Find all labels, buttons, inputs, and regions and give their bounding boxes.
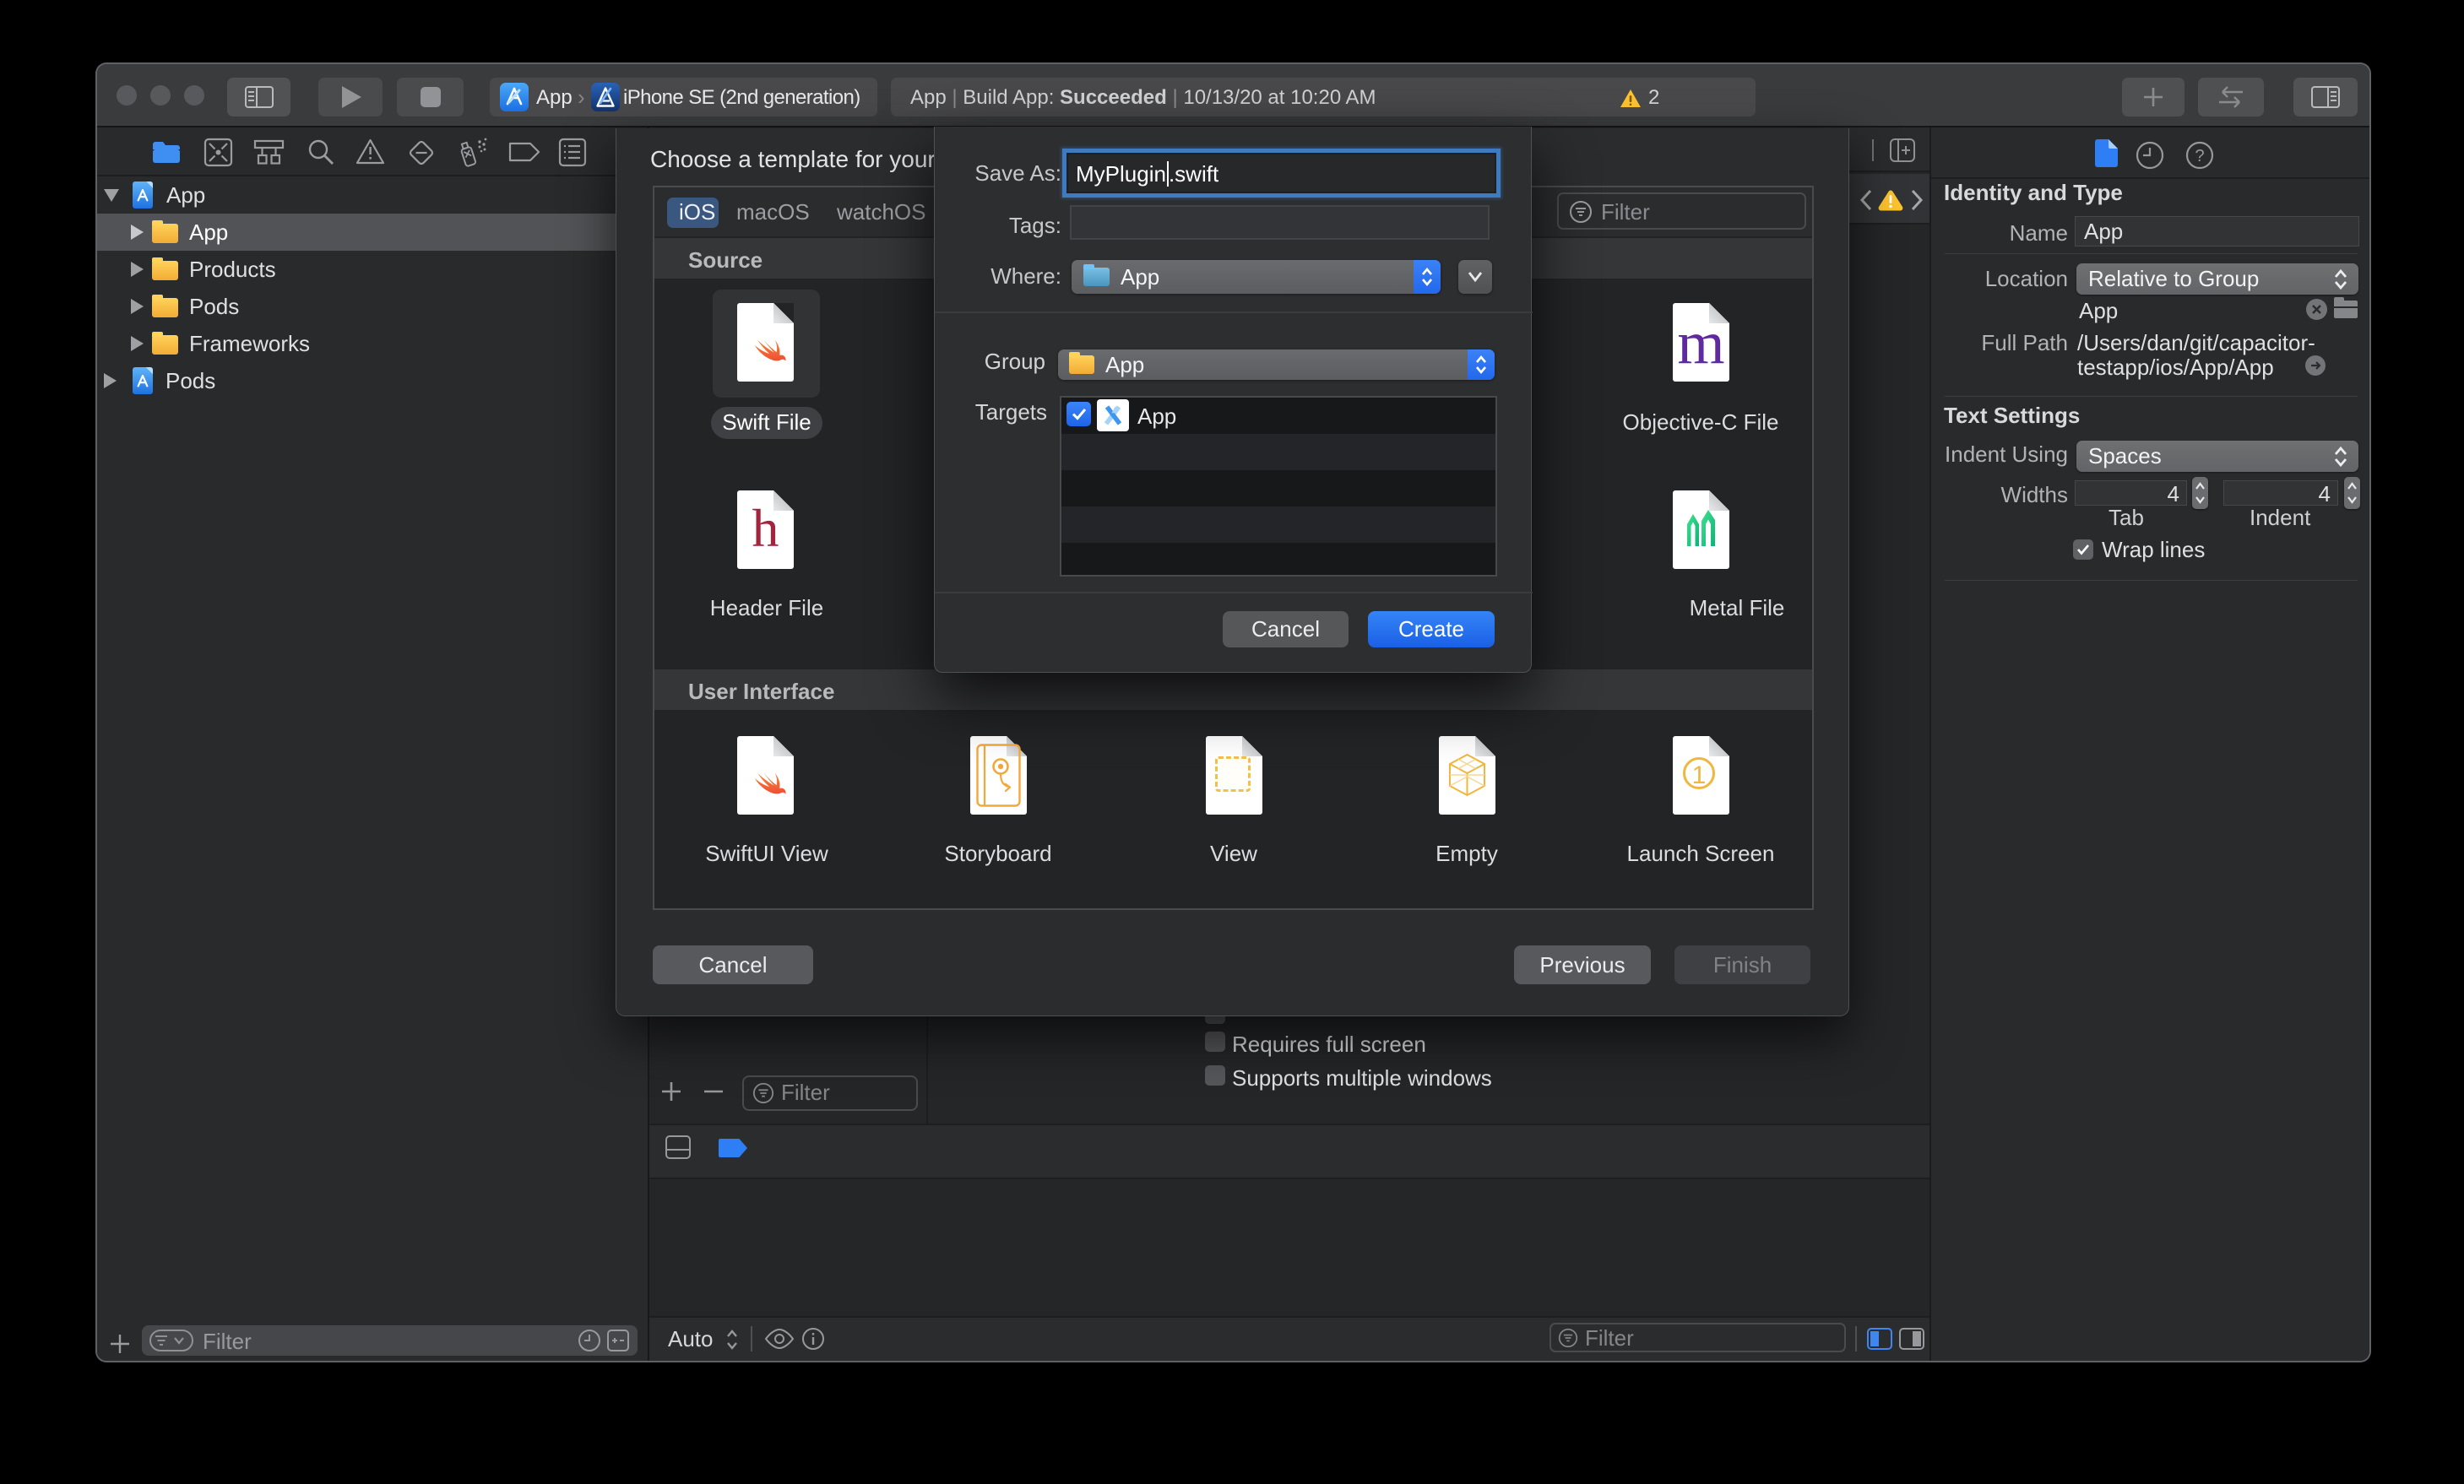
svg-text:?: ? — [2195, 147, 2204, 165]
